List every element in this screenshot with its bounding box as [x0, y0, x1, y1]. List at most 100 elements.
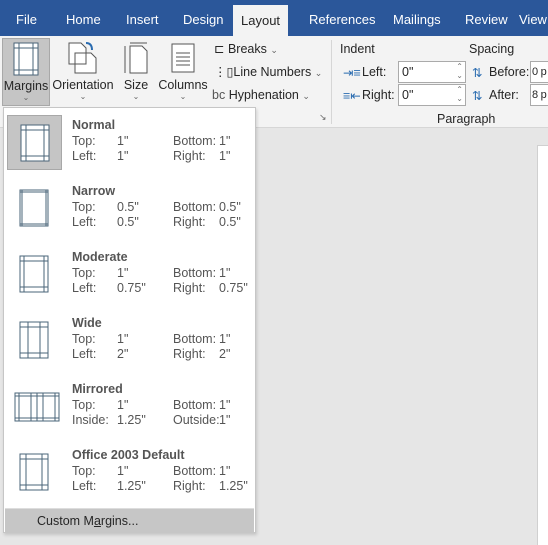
- option-value: Top:: [72, 134, 96, 148]
- option-value: Top:: [72, 200, 96, 214]
- option-value: Left:: [72, 149, 97, 163]
- option-value: 1": [117, 332, 129, 346]
- option-value: Left:: [72, 347, 97, 361]
- hyphenation-button[interactable]: bc Hyphenation ⌄: [212, 85, 310, 105]
- option-value: Bottom:: [173, 266, 217, 280]
- option-value: Inside:: [72, 413, 109, 427]
- option-value: Right:: [173, 347, 206, 361]
- margin-option-wide[interactable]: Wide Top: 1" Bottom: 1" Left: 2" Right: 2": [4, 312, 255, 378]
- option-value: Top:: [72, 332, 96, 346]
- chevron-down-icon: ⌄: [270, 45, 278, 55]
- margin-option-mirrored[interactable]: Mirrored Top: 1" Bottom: 1" Inside: 1.25" Outsi…: [4, 378, 255, 444]
- line-numbers-icon: ⋮▯: [214, 65, 234, 79]
- indent-right-input[interactable]: 0" ⌃ ⌄: [398, 84, 466, 106]
- option-value: Left:: [72, 215, 97, 229]
- option-value: 1": [219, 413, 231, 427]
- tab-file[interactable]: File: [8, 0, 45, 36]
- option-value: Outside:: [173, 413, 220, 427]
- paragraph-group-label: Paragraph: [437, 112, 496, 126]
- chevron-down-icon: ⌄: [314, 68, 323, 78]
- option-value: Right:: [173, 479, 206, 493]
- option-value: Right:: [173, 215, 206, 229]
- tab-mailings[interactable]: Mailings: [385, 0, 449, 36]
- option-value: Top:: [72, 398, 96, 412]
- margins-icon: [13, 42, 39, 76]
- option-value: 0.5": [117, 215, 139, 229]
- group-divider: [331, 40, 332, 124]
- option-title: Office 2003 Default: [72, 448, 185, 462]
- margin-preview-icon: [7, 181, 62, 236]
- indent-right-label: Right:: [362, 88, 395, 102]
- option-title: Mirrored: [72, 382, 123, 396]
- spinner[interactable]: ⌃ ⌄: [456, 85, 463, 103]
- tab-review[interactable]: Review: [457, 0, 516, 36]
- orientation-icon: [68, 42, 97, 74]
- option-value: 1": [219, 134, 231, 148]
- spacing-before-input[interactable]: 0 p: [530, 61, 548, 83]
- line-numbers-button[interactable]: ⋮▯Line Numbers ⌄: [214, 62, 322, 82]
- margins-dropdown: Custom Margins... Normal Top: 1" Bottom: 1" L…: [3, 107, 256, 533]
- tab-view[interactable]: View: [519, 0, 547, 36]
- orientation-button[interactable]: Orientation ⌄: [52, 38, 114, 106]
- indent-left-input[interactable]: 0" ⌃ ⌄: [398, 61, 466, 83]
- margin-preview-icon: [7, 313, 62, 368]
- margin-option-normal[interactable]: Normal Top: 1" Bottom: 1" Left: 1" Right: 1": [4, 114, 255, 180]
- option-value: 0.5": [219, 215, 241, 229]
- margin-preview-icon: [7, 247, 62, 302]
- option-value: 0.5": [219, 200, 241, 214]
- spacing-after-input[interactable]: 8 p: [530, 84, 548, 106]
- page-setup-launcher[interactable]: ↘: [319, 112, 327, 123]
- option-value: 1": [117, 464, 129, 478]
- tab-design[interactable]: Design: [175, 0, 231, 36]
- option-value: Bottom:: [173, 464, 217, 478]
- margin-option-moderate[interactable]: Moderate Top: 1" Bottom: 1" Left: 0.75" Right: 0…: [4, 246, 255, 312]
- indent-label: Indent: [340, 42, 375, 56]
- tab-references[interactable]: References: [301, 0, 383, 36]
- option-value: Left:: [72, 479, 97, 493]
- breaks-icon: ⊏: [214, 42, 228, 56]
- spacing-label: Spacing: [469, 42, 515, 56]
- chevron-down-icon: ⌄: [79, 92, 87, 101]
- indent-right-icon: ≡⇤: [343, 89, 361, 103]
- option-title: Narrow: [72, 184, 116, 198]
- ribbon-tabs: File Home Insert Design Layout References Mail…: [0, 0, 548, 36]
- option-value: Bottom:: [173, 398, 217, 412]
- option-value: 1": [219, 149, 231, 163]
- option-value: 1": [117, 134, 129, 148]
- margin-preview-icon: [7, 115, 62, 170]
- option-value: 0.75": [117, 281, 146, 295]
- spacing-before-label: Before:: [489, 65, 530, 79]
- margins-button[interactable]: Margins ⌄: [2, 38, 50, 106]
- columns-button[interactable]: Columns ⌄: [156, 38, 210, 106]
- option-value: 1": [117, 398, 129, 412]
- tab-home[interactable]: Home: [58, 0, 109, 36]
- option-value: 1": [219, 266, 231, 280]
- option-title: Normal: [72, 118, 116, 132]
- indent-left-icon: ⇥≡: [343, 66, 361, 80]
- option-value: 1": [219, 332, 231, 346]
- indent-left-label: Left:: [362, 65, 387, 79]
- margin-option-office-2003-default[interactable]: Office 2003 Default Top: 1" Bottom: 1" Left: 1…: [4, 444, 255, 510]
- option-value: 2": [219, 347, 231, 361]
- option-value: 0.75": [219, 281, 248, 295]
- spacing-before-icon: ⇅: [472, 66, 483, 80]
- option-value: 1.25": [219, 479, 248, 493]
- tab-insert[interactable]: Insert: [118, 0, 167, 36]
- tab-layout[interactable]: Layout: [233, 5, 289, 36]
- margin-option-narrow[interactable]: Narrow Top: 0.5" Bottom: 0.5" Left: 0.5" Right:…: [4, 180, 255, 246]
- option-value: 1": [117, 266, 129, 280]
- margin-preview-icon: [7, 445, 62, 500]
- breaks-button[interactable]: ⊏ Breaks ⌄: [214, 39, 278, 59]
- custom-margins-button[interactable]: Custom Margins...: [5, 508, 254, 532]
- document-page[interactable]: [537, 145, 548, 545]
- size-icon: [124, 42, 148, 74]
- option-value: 1": [117, 149, 129, 163]
- spinner[interactable]: ⌃ ⌄: [456, 62, 463, 80]
- option-value: Bottom:: [173, 200, 217, 214]
- columns-icon: [171, 43, 195, 73]
- size-button[interactable]: Size ⌄: [120, 38, 152, 106]
- spacing-after-icon: ⇅: [472, 89, 483, 103]
- option-title: Moderate: [72, 250, 128, 264]
- option-value: Left:: [72, 281, 97, 295]
- option-value: Top:: [72, 266, 96, 280]
